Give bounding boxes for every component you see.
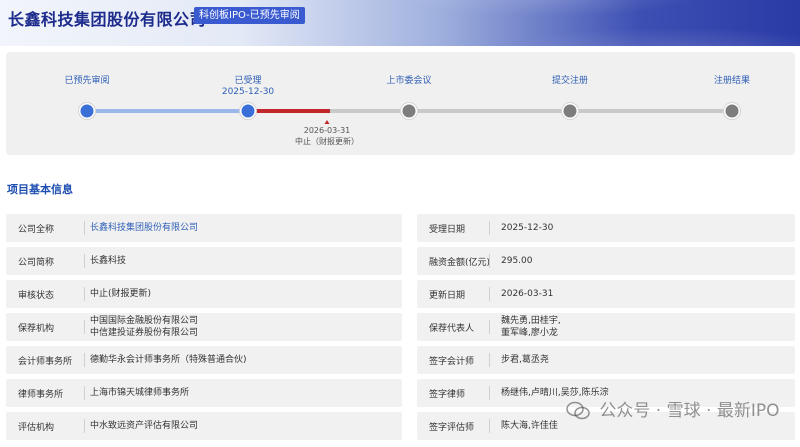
info-label: 受理日期 [429,224,466,235]
divider [84,386,85,400]
watermark: 公众号 · 雪球 · 最新IPO [566,396,796,426]
info-label: 会计师事务所 [18,356,73,367]
step-label-1: 已预先审阅 [64,76,110,86]
divider [489,353,490,367]
track-paused-segment [248,109,330,113]
pause-reason: 中止（财报更新） [295,137,359,146]
info-value: 上海市锦天城律师事务所 [90,388,190,398]
divider [489,320,490,334]
step-date-2: 2025-12-30 [221,87,275,97]
info-row: 更新日期 2026-03-31 [417,280,795,308]
info-row: 公司简称 长鑫科技 [6,247,402,275]
pause-marker-icon [324,120,330,124]
info-value: 步君,葛丞尧 [501,355,549,365]
info-value: 2025-12-30 [501,223,554,233]
info-row: 融资金额(亿元) 295.00 [417,247,795,275]
info-value: 魏先勇,田桂宇, 董军峰,廖小龙 [501,316,561,338]
step-label-4: 提交注册 [551,76,588,86]
info-label: 保荐代表人 [429,323,475,334]
info-row: 审核状态 中止(财报更新) [6,280,402,308]
info-value: 陈大海,许佳佳 [501,421,558,431]
header-banner: 长鑫科技集团股份有限公司 科创板IPO-已预先审阅 [0,0,800,46]
info-label: 签字律师 [429,389,466,400]
step-node-5 [723,102,741,120]
info-value: 德勤华永会计师事务所（特殊普通合伙) [90,355,247,365]
divider [489,287,490,301]
info-label: 审核状态 [18,290,55,301]
info-label: 更新日期 [429,290,466,301]
track-done-segment [87,109,248,113]
info-row: 会计师事务所 德勤华永会计师事务所（特殊普通合伙) [6,346,402,374]
header-decoration [380,0,800,46]
info-value: 中止(财报更新) [90,289,152,299]
step-node-4 [561,102,579,120]
divider [489,254,490,268]
progress-track [78,102,741,124]
divider [84,320,85,334]
step-node-3 [400,102,418,120]
info-row: 签字会计师 步君,葛丞尧 [417,346,795,374]
info-value: 295.00 [501,256,533,266]
info-label: 公司简称 [18,257,55,268]
divider [84,419,85,433]
info-label: 保荐机构 [18,323,55,334]
divider [84,287,85,301]
company-title: 长鑫科技集团股份有限公司 [8,10,207,29]
info-label: 签字会计师 [429,356,475,367]
pause-date: 2026-03-31 [303,126,351,135]
step-node-1 [78,102,96,120]
divider [489,386,490,400]
divider [84,353,85,367]
wechat-icon [566,401,590,420]
info-value: 2026-03-31 [501,289,554,299]
divider [489,221,490,235]
step-label-3: 上市委会议 [386,76,432,86]
info-label: 律师事务所 [18,389,64,400]
info-row: 律师事务所 上海市锦天城律师事务所 [6,379,402,407]
info-label: 评估机构 [18,422,55,433]
info-row: 保荐代表人 魏先勇,田桂宇, 董军峰,廖小龙 [417,313,795,341]
status-tag: 科创板IPO-已预先审阅 [194,7,305,24]
info-value: 中水致远资产评估有限公司 [90,421,199,431]
info-label: 签字评估师 [429,422,475,433]
step-label-5: 注册结果 [713,76,750,86]
info-value: 中国国际金融股份有限公司 中信建投证券股份有限公司 [90,316,199,338]
info-label: 公司全称 [18,224,55,235]
divider [84,221,85,235]
section-title: 项目基本信息 [7,183,73,196]
progress-panel: 已预先审阅 已受理 2025-12-30 上市委会议 提交注册 注册结果 202… [6,52,795,155]
info-row: 公司全称 长鑫科技集团股份有限公司 [6,214,402,242]
info-label: 融资金额(亿元) [429,257,491,268]
info-row: 评估机构 中水致远资产评估有限公司 [6,412,402,440]
info-row: 保荐机构 中国国际金融股份有限公司 中信建投证券股份有限公司 [6,313,402,341]
watermark-text: 公众号 · 雪球 · 最新IPO [599,401,780,421]
step-node-2 [239,102,257,120]
divider [489,419,490,433]
info-row: 受理日期 2025-12-30 [417,214,795,242]
company-fullname-link[interactable]: 长鑫科技集团股份有限公司 [90,214,198,242]
divider [84,254,85,268]
info-value: 长鑫科技 [90,256,127,266]
